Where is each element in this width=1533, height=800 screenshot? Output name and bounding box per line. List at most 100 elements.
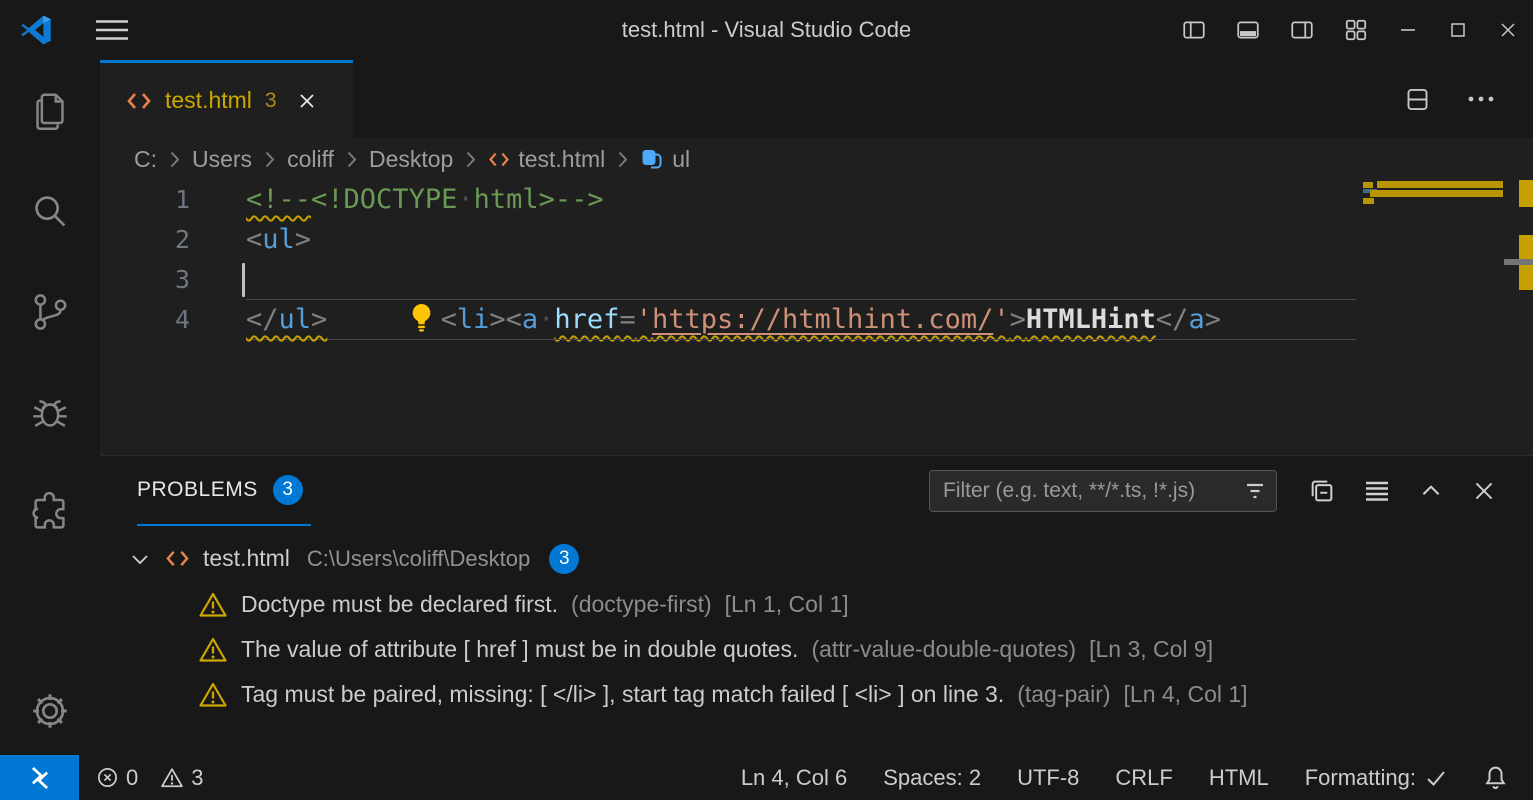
encoding[interactable]: UTF-8 [1017, 765, 1079, 791]
line-number: 2 [100, 220, 190, 260]
filter-input[interactable] [929, 470, 1277, 512]
notifications-bell-icon[interactable] [1483, 764, 1508, 791]
code-editor[interactable]: 1 <!--<!DOCTYPE·html>--> 2 <ul> 3 <li><a… [100, 180, 1533, 455]
problem-source: (doctype-first) [571, 591, 712, 618]
vscode-logo-icon [20, 14, 52, 46]
html-file-icon [488, 150, 510, 169]
problem-source: (tag-pair) [1017, 681, 1110, 708]
extensions-icon[interactable] [0, 462, 100, 562]
settings-gear-icon[interactable] [0, 667, 100, 755]
line-number: 3 [100, 260, 190, 300]
chevron-down-icon[interactable] [128, 547, 152, 571]
toggle-panel-icon[interactable] [1221, 0, 1275, 60]
toggle-secondary-sidebar-icon[interactable] [1275, 0, 1329, 60]
breadcrumb-desktop[interactable]: Desktop [369, 146, 453, 173]
explorer-icon[interactable] [0, 62, 100, 162]
collapse-all-icon[interactable] [1308, 477, 1336, 505]
view-as-table-icon[interactable] [1363, 479, 1391, 503]
file-name: test.html [203, 545, 290, 572]
activity-bar [0, 60, 100, 755]
eol-sequence[interactable]: CRLF [1115, 765, 1172, 791]
breadcrumb-symbol-ul[interactable]: ul [640, 146, 690, 173]
problem-location: [Ln 1, Col 1] [725, 591, 849, 618]
problem-message: Doctype must be declared first. [241, 591, 558, 618]
maximize-panel-icon[interactable] [1418, 478, 1444, 504]
problem-row[interactable]: Tag must be paired, missing: [ </li> ], … [100, 672, 1533, 717]
titlebar-controls [1167, 0, 1533, 60]
tab-label: test.html [165, 87, 252, 114]
chevron-right-icon [168, 150, 181, 169]
chevron-right-icon [345, 150, 358, 169]
problem-message: The value of attribute [ href ] must be … [241, 636, 798, 663]
more-actions-icon[interactable] [1467, 94, 1495, 104]
search-icon[interactable] [0, 162, 100, 262]
file-path: C:\Users\coliff\Desktop [307, 546, 530, 572]
panel-actions [929, 470, 1497, 512]
problem-location: [Ln 4, Col 1] [1124, 681, 1248, 708]
status-right: Ln 4, Col 6 Spaces: 2 UTF-8 CRLF HTML Fo… [741, 764, 1508, 791]
language-mode[interactable]: HTML [1209, 765, 1269, 791]
overview-warning-mark [1519, 180, 1533, 207]
code-line-2[interactable]: 2 <ul> [100, 220, 1533, 260]
run-debug-icon[interactable] [0, 362, 100, 462]
problems-title: PROBLEMS [137, 478, 258, 502]
code-line-1[interactable]: 1 <!--<!DOCTYPE·html>--> [100, 180, 1533, 220]
html-file-icon [126, 90, 152, 112]
vscode-window: test.html - Visual Studio Code [0, 0, 1533, 800]
remote-icon [28, 765, 52, 791]
problem-source: (attr-value-double-quotes) [811, 636, 1076, 663]
filter-icon[interactable] [1243, 479, 1267, 503]
tab-close-icon[interactable] [296, 90, 318, 112]
problem-row[interactable]: Doctype must be declared first. (doctype… [100, 582, 1533, 627]
chevron-right-icon [464, 150, 477, 169]
chevron-right-icon [616, 150, 629, 169]
minimap-warning-line-4 [1363, 198, 1374, 204]
remote-indicator[interactable] [0, 755, 79, 800]
close-window-button[interactable] [1483, 0, 1533, 60]
line-number: 4 [100, 300, 190, 340]
breadcrumb-file[interactable]: test.html [488, 146, 605, 173]
error-count: 0 [126, 765, 138, 791]
minimap-warning-line-3 [1370, 190, 1503, 197]
minimize-button[interactable] [1383, 0, 1433, 60]
warning-icon [198, 680, 228, 709]
problem-row[interactable]: The value of attribute [ href ] must be … [100, 627, 1533, 672]
text-cursor [242, 263, 245, 297]
editor-actions [1404, 60, 1495, 138]
overview-ruler[interactable] [1519, 180, 1533, 455]
file-problem-count-badge: 3 [549, 544, 579, 574]
toggle-primary-sidebar-icon[interactable] [1167, 0, 1221, 60]
minimap[interactable] [1363, 180, 1503, 455]
line-number: 1 [100, 180, 190, 220]
cursor-position[interactable]: Ln 4, Col 6 [741, 765, 847, 791]
code-line-3[interactable]: 3 <li><a·href='https://htmlhint.com/'>HT… [100, 260, 1533, 300]
close-panel-icon[interactable] [1471, 478, 1497, 504]
tab-problems[interactable]: PROBLEMS 3 [137, 456, 311, 526]
problems-file-row[interactable]: test.html C:\Users\coliff\Desktop 3 [100, 535, 1533, 582]
indentation[interactable]: Spaces: 2 [883, 765, 981, 791]
breadcrumb-drive[interactable]: C: [134, 146, 157, 173]
warning-icon [198, 590, 228, 619]
split-editor-icon[interactable] [1404, 86, 1431, 113]
maximize-button[interactable] [1433, 0, 1483, 60]
source-control-icon[interactable] [0, 262, 100, 362]
breadcrumb-users[interactable]: Users [192, 146, 252, 173]
warnings-icon [160, 766, 184, 789]
code-line-4[interactable]: 4 </ul> [100, 300, 1533, 340]
menu-hamburger-icon[interactable] [94, 17, 130, 43]
problems-filter [929, 470, 1277, 512]
titlebar: test.html - Visual Studio Code [0, 0, 1533, 60]
breadcrumb: C: Users coliff Desktop test.html ul [100, 138, 1533, 180]
status-problems[interactable]: 0 3 [96, 765, 204, 791]
symbol-element-icon [640, 147, 664, 171]
formatting-status[interactable]: Formatting: [1305, 765, 1447, 791]
tab-test-html[interactable]: test.html 3 [100, 60, 353, 138]
panel-header: PROBLEMS 3 [100, 456, 1533, 526]
problem-location: [Ln 3, Col 9] [1089, 636, 1213, 663]
editor-region: test.html 3 C: [100, 60, 1533, 455]
breadcrumb-coliff[interactable]: coliff [287, 146, 334, 173]
errors-icon [96, 766, 119, 789]
current-line-highlight [246, 299, 1356, 340]
customize-layout-icon[interactable] [1329, 0, 1383, 60]
problems-list: test.html C:\Users\coliff\Desktop 3 Doct… [100, 526, 1533, 717]
